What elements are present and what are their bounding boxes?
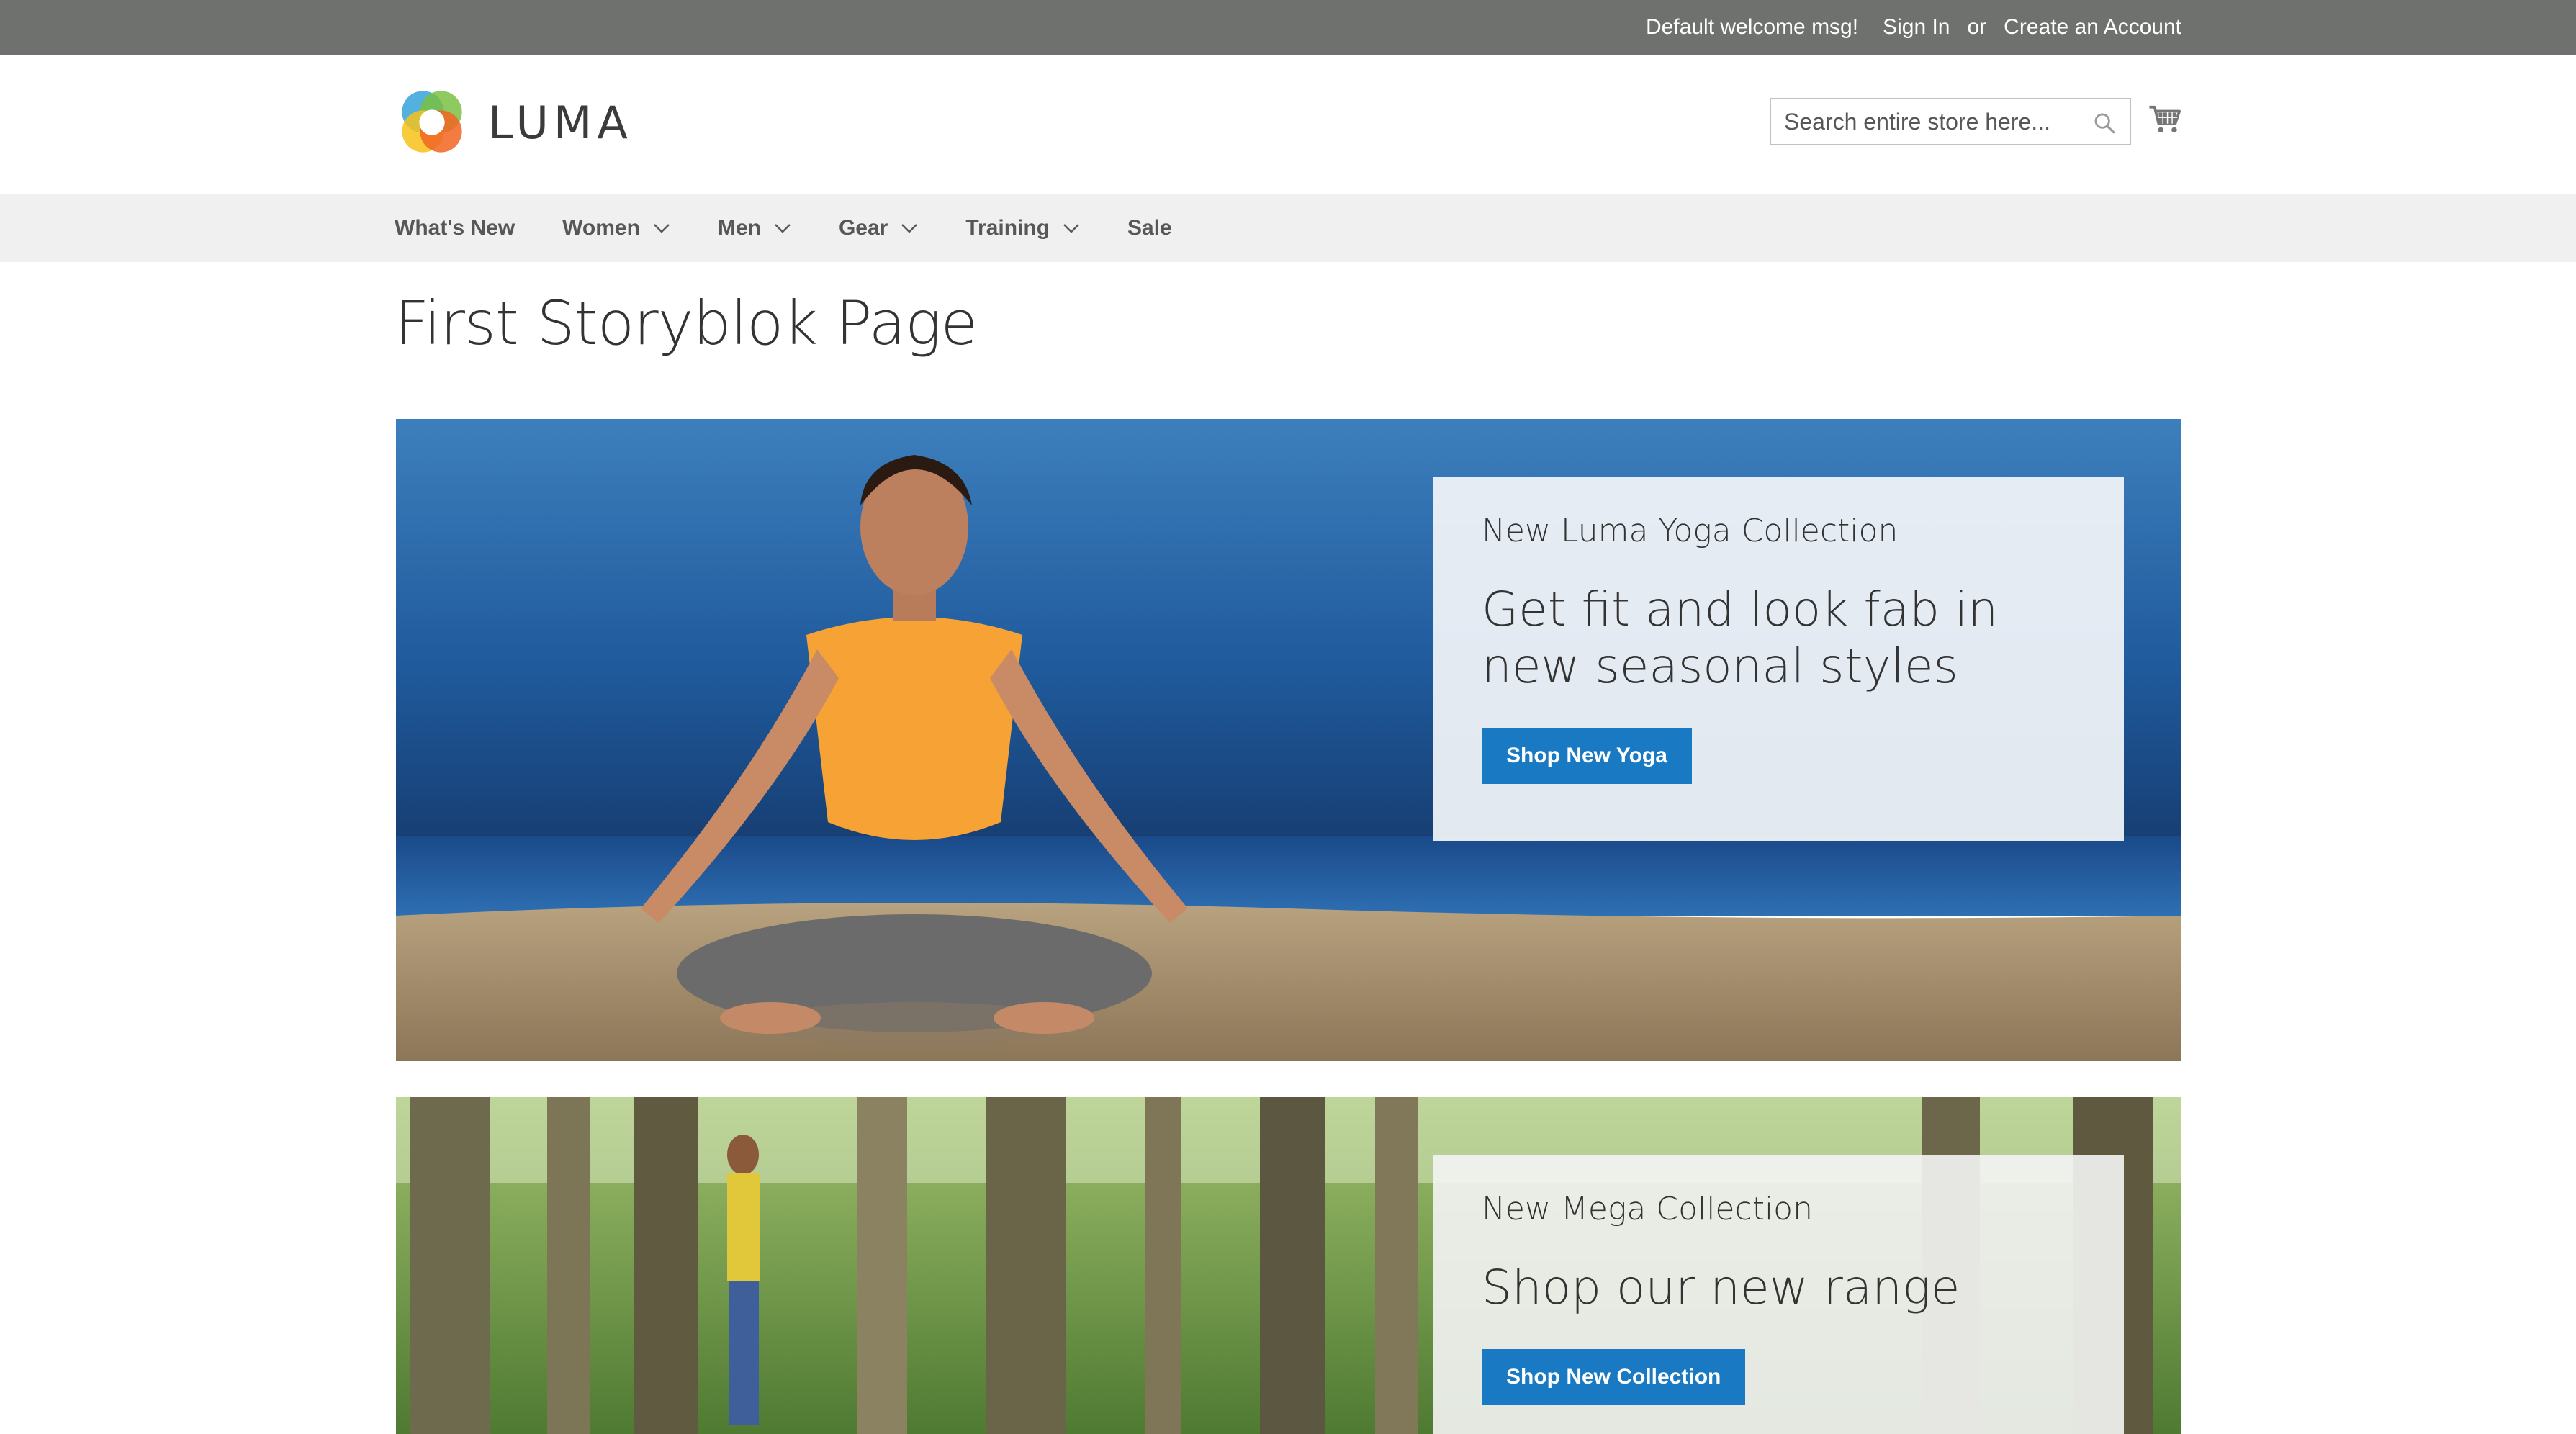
- welcome-message: Default welcome msg!: [1645, 15, 1859, 39]
- main-navigation: What's New Women Men Gear Training Sale: [0, 194, 2576, 262]
- page-title: First Storyblok Page: [395, 288, 978, 358]
- create-account-link[interactable]: Create an Account: [2004, 15, 2181, 40]
- luma-logo-icon: [402, 91, 462, 153]
- nav-item-men[interactable]: Men: [718, 216, 791, 240]
- nav-item-women[interactable]: Women: [562, 216, 670, 240]
- nav-item-label: Men: [717, 216, 761, 240]
- logo-text: LUMA: [488, 96, 633, 149]
- collection-promo-subtitle: New Mega Collection: [1482, 1191, 1813, 1227]
- luma-logo[interactable]: LUMA: [395, 85, 633, 160]
- nav-item-sale[interactable]: Sale: [1127, 216, 1172, 240]
- nav-item-what-s-new[interactable]: What's New: [395, 216, 515, 240]
- chevron-down-icon: [654, 224, 670, 233]
- chevron-down-icon: [1063, 224, 1079, 233]
- chevron-down-icon: [775, 224, 791, 233]
- or-separator: or: [1967, 15, 1987, 39]
- collection-promo-title: Shop our new range: [1482, 1260, 1960, 1315]
- header-links: Default welcome msg! Sign In or Create a…: [1646, 0, 2181, 55]
- yoga-promo-title: Get fit and look fab in new seasonal sty…: [1482, 582, 1999, 695]
- nav-item-training[interactable]: Training: [965, 216, 1080, 240]
- search-input[interactable]: [1771, 99, 2130, 144]
- nav-item-label: Women: [562, 216, 640, 240]
- nav-items: What's New Women Men Gear Training Sale: [395, 194, 1220, 262]
- yoga-promo-box: New Luma Yoga Collection Get fit and loo…: [1433, 477, 2124, 841]
- cart-icon[interactable]: [2148, 104, 2181, 135]
- search-box: [1770, 98, 2131, 145]
- shop-new-yoga-button[interactable]: Shop New Yoga: [1482, 728, 1692, 785]
- yoga-banner: New Luma Yoga Collection Get fit and loo…: [396, 419, 2181, 1061]
- nav-item-label: Sale: [1127, 216, 1172, 240]
- nav-item-label: What's New: [395, 216, 515, 240]
- collection-promo-box: New Mega Collection Shop our new range S…: [1433, 1155, 2124, 1434]
- shop-new-collection-button[interactable]: Shop New Collection: [1482, 1349, 1746, 1406]
- search-icon[interactable]: [2092, 111, 2117, 135]
- sign-in-link[interactable]: Sign In: [1883, 15, 1950, 40]
- site-header: LUMA: [0, 55, 2576, 194]
- nav-item-gear[interactable]: Gear: [839, 216, 918, 240]
- yoga-promo-subtitle: New Luma Yoga Collection: [1482, 513, 1899, 549]
- nav-item-label: Training: [965, 216, 1050, 240]
- chevron-down-icon: [901, 224, 918, 233]
- collection-banner: New Mega Collection Shop our new range S…: [396, 1097, 2181, 1434]
- nav-item-label: Gear: [838, 216, 888, 240]
- top-bar: Default welcome msg! Sign In or Create a…: [0, 0, 2576, 55]
